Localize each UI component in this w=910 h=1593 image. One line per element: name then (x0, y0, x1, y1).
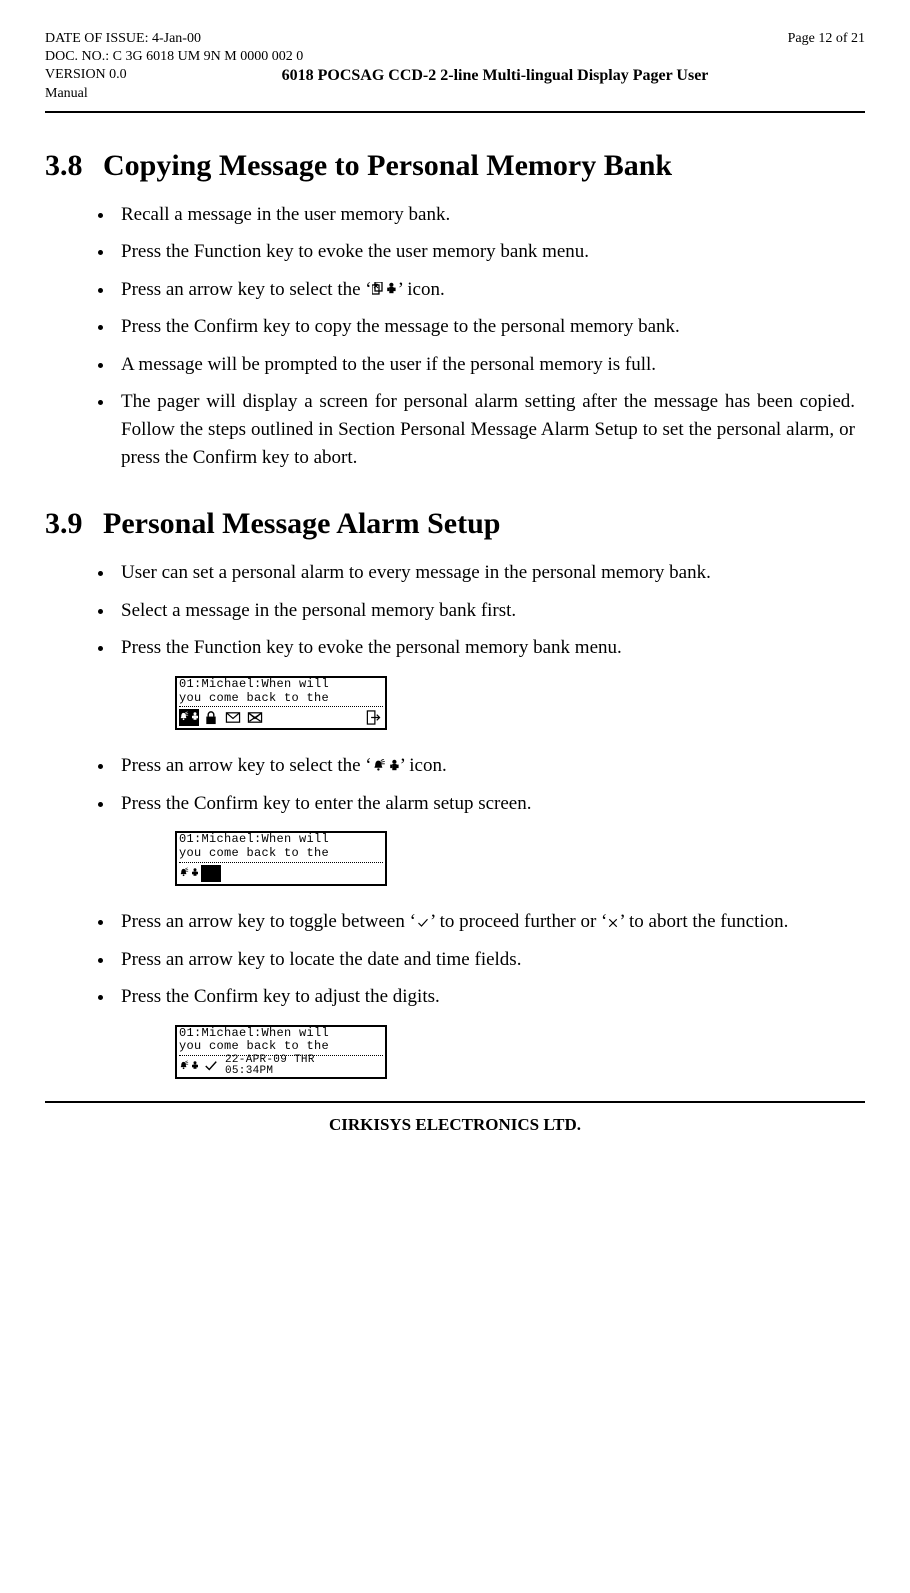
lcd-time-line: 05:34PM (225, 1066, 315, 1078)
lcd-datetime: 22-APR-09 THR 05:34PM (223, 1055, 315, 1078)
list-item: Press the Function key to evoke the user… (115, 238, 865, 266)
list-item-text-post: ’ to abort the function. (619, 911, 788, 932)
section-3-9-heading: 3.9Personal Message Alarm Setup (45, 507, 865, 541)
page-header-row2: VERSION 0.0 Manual 6018 POCSAG CCD-2 2-l… (45, 66, 865, 102)
header-manual: Manual (45, 85, 225, 103)
sec39-list-a: User can set a personal alarm to every m… (115, 559, 865, 662)
section-3-8-heading: 3.8Copying Message to Personal Memory Ba… (45, 149, 865, 183)
lcd-screen: 01:Michael:When will you come back to th… (175, 676, 387, 731)
sec39-list-c: Press an arrow key to toggle between ‘ ’ … (115, 908, 865, 1011)
x-icon (201, 865, 221, 882)
list-item: Press the Confirm key to copy the messag… (115, 313, 865, 341)
alarm-person-icon (372, 759, 400, 775)
lcd-line2: you come back to the (177, 692, 385, 706)
lcd-line1: 01:Michael:When will (177, 678, 385, 692)
header-title: 6018 POCSAG CCD-2 2-line Multi-lingual D… (225, 66, 765, 102)
footer-company: CIRKISYS ELECTRONICS LTD. (45, 1115, 865, 1135)
header-date: DATE OF ISSUE: 4-Jan-00 (45, 30, 303, 48)
lcd-line2: you come back to the (177, 847, 385, 861)
header-docno: DOC. NO.: C 3G 6018 UM 9N M 0000 002 0 (45, 48, 303, 66)
lcd-iconrow (177, 863, 385, 884)
footer-rule (45, 1101, 865, 1103)
lcd-iconrow: 22-APR-09 THR 05:34PM (177, 1056, 385, 1077)
sec38-list: Recall a message in the user memory bank… (115, 201, 865, 471)
list-item-text-pre: Press an arrow key to toggle between ‘ (121, 911, 416, 932)
list-item: Press the Function key to evoke the pers… (115, 634, 865, 662)
lcd-screen: 01:Michael:When will you come back to th… (175, 831, 387, 886)
secnum-3-8: 3.8 (45, 149, 103, 183)
alarm-person-icon (179, 865, 199, 882)
header-version: VERSION 0.0 (45, 66, 225, 84)
exit-icon (363, 709, 383, 726)
copy-person-icon (372, 282, 398, 298)
list-item: Press an arrow key to select the ‘ ’ icon… (115, 276, 865, 304)
list-item: A message will be prompted to the user i… (115, 351, 865, 379)
sec39-list-b: Press an arrow key to select the ‘ ’ icon… (115, 752, 865, 817)
sectitle-3-8: Copying Message to Personal Memory Bank (103, 149, 672, 182)
lcd-line2: you come back to the (177, 1040, 385, 1054)
check-icon (416, 917, 430, 929)
alarm-person-icon (179, 709, 199, 726)
list-item: User can set a personal alarm to every m… (115, 559, 865, 587)
list-item: Recall a message in the user memory bank… (115, 201, 865, 229)
header-page: Page 12 of 21 (788, 30, 865, 48)
lcd-iconrow (177, 707, 385, 728)
list-item: The pager will display a screen for pers… (115, 388, 865, 471)
lcd-figure-2: 01:Michael:When will you come back to th… (175, 831, 865, 886)
lcd-figure-1: 01:Michael:When will you come back to th… (175, 676, 865, 731)
header-left: DATE OF ISSUE: 4-Jan-00 DOC. NO.: C 3G 6… (45, 30, 303, 66)
secnum-3-9: 3.9 (45, 507, 103, 541)
lcd-line1: 01:Michael:When will (177, 1027, 385, 1041)
mail-delete-icon (245, 709, 265, 726)
check-icon (201, 1058, 221, 1075)
header-rule (45, 111, 865, 113)
list-item: Select a message in the personal memory … (115, 597, 865, 625)
list-item: Press an arrow key to locate the date an… (115, 946, 865, 974)
header-right: Page 12 of 21 (788, 30, 865, 66)
lcd-figure-3: 01:Michael:When will you come back to th… (175, 1025, 865, 1080)
alarm-person-icon (179, 1058, 199, 1075)
list-item-text-post: ’ icon. (400, 755, 447, 776)
lcd-line1: 01:Michael:When will (177, 833, 385, 847)
list-item-text-pre: Press an arrow key to select the ‘ (121, 755, 372, 776)
x-icon (607, 917, 619, 929)
list-item: Press an arrow key to select the ‘ ’ icon… (115, 752, 865, 780)
list-item-text-mid: ’ to proceed further or ‘ (430, 911, 607, 932)
list-item: Press an arrow key to toggle between ‘ ’ … (115, 908, 865, 936)
header-version-block: VERSION 0.0 Manual (45, 66, 225, 102)
lock-icon (201, 709, 221, 726)
mail-icon (223, 709, 243, 726)
list-item-text-pre: Press an arrow key to select the ‘ (121, 279, 372, 300)
list-item: Press the Confirm key to enter the alarm… (115, 790, 865, 818)
lcd-screen: 01:Michael:When will you come back to th… (175, 1025, 387, 1080)
list-item: Press the Confirm key to adjust the digi… (115, 983, 865, 1011)
page-header: DATE OF ISSUE: 4-Jan-00 DOC. NO.: C 3G 6… (45, 30, 865, 66)
list-item-text-post: ’ icon. (398, 279, 445, 300)
sectitle-3-9: Personal Message Alarm Setup (103, 507, 500, 540)
